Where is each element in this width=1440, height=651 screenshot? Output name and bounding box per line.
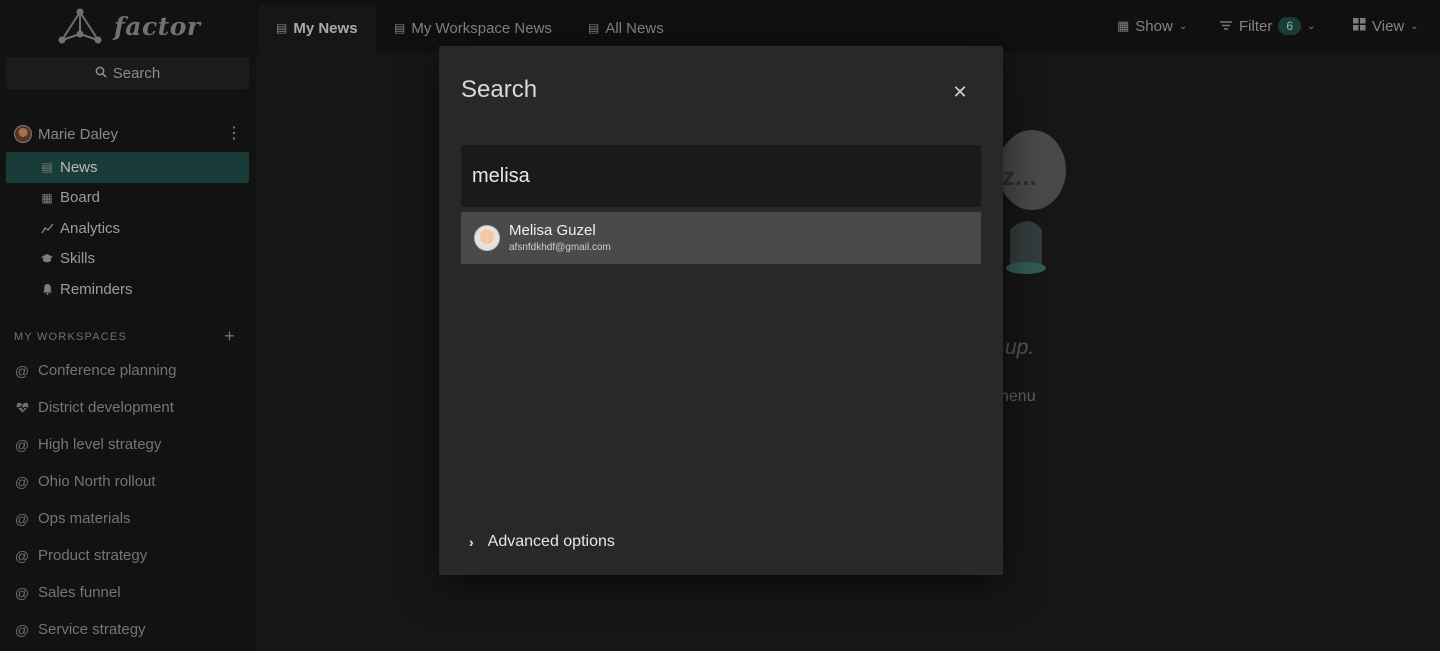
advanced-options-label: Advanced options (487, 533, 615, 550)
close-icon[interactable]: ✕ (949, 81, 971, 103)
search-input[interactable] (461, 145, 981, 207)
result-name: Melisa Guzel (509, 222, 596, 239)
result-email: afsnfdkhdf@gmail.com (509, 242, 611, 253)
result-text: Melisa Guzel afsnfdkhdf@gmail.com (509, 222, 611, 254)
dialog-title: Search (461, 76, 538, 103)
advanced-options-toggle[interactable]: › Advanced options (469, 533, 615, 551)
search-dialog: Search ✕ Melisa Guzel afsnfdkhdf@gmail.c… (439, 46, 1003, 575)
chevron-right-icon: › (469, 534, 474, 550)
avatar (474, 225, 500, 251)
search-result-item[interactable]: Melisa Guzel afsnfdkhdf@gmail.com (461, 212, 981, 264)
